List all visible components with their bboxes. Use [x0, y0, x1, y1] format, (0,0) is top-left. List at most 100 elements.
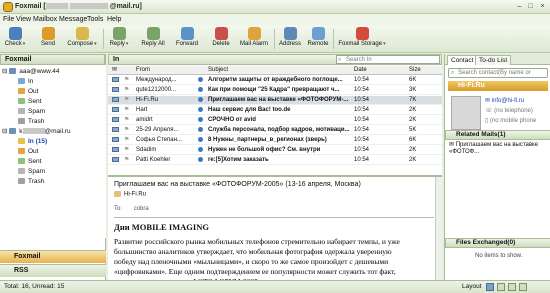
- flag-icon[interactable]: ⚑: [124, 106, 134, 114]
- delete-button[interactable]: Delete: [210, 26, 232, 52]
- flag-icon[interactable]: ⚑: [124, 146, 134, 154]
- forward-button[interactable]: Forward: [174, 26, 200, 52]
- table-row[interactable]: ⚑ 25-29 Апреля... Служба персонала, подбор…: [108, 126, 442, 135]
- envelope-icon: [112, 86, 119, 92]
- folder-out[interactable]: Out: [18, 148, 38, 156]
- collapse-icon[interactable]: ⊟: [2, 128, 7, 135]
- mail-alarm-button[interactable]: Mail Alarm: [236, 26, 272, 52]
- flag-icon[interactable]: ⚑: [124, 116, 134, 124]
- row-date: 10:54: [354, 107, 370, 113]
- search-icon: ⌕: [338, 57, 342, 63]
- folder-in[interactable]: In: [18, 78, 33, 86]
- layout-1-icon[interactable]: [486, 283, 494, 291]
- foxmail-storage-button[interactable]: Foxmail Storage▾: [337, 26, 387, 52]
- table-row[interactable]: ⚑ qute1212000... Как при помощи "25 Кадра"…: [108, 86, 442, 95]
- preview-to: To: cobra: [114, 206, 149, 212]
- tab-rss[interactable]: RSS: [0, 264, 106, 277]
- column-from[interactable]: From: [136, 66, 150, 74]
- table-row[interactable]: ⚑ Hi-Fi.Ru Приглашаем вас на выставке «ФОТ…: [108, 96, 442, 105]
- folder-out[interactable]: Out: [18, 88, 38, 96]
- menu-file[interactable]: File: [3, 16, 14, 23]
- row-subject: СРОЧНО от avid: [208, 117, 256, 123]
- table-row[interactable]: ⚑ Hart Наш сервис для Вас! too.de 10:54 2K: [108, 106, 442, 115]
- folder-spam[interactable]: Spam: [18, 108, 45, 116]
- files-exchanged-header[interactable]: Files Exchanged(0): [445, 238, 550, 248]
- menu-message[interactable]: Message: [59, 16, 87, 23]
- folder-trash[interactable]: Trash: [18, 178, 44, 186]
- maximize-icon[interactable]: □: [526, 3, 535, 11]
- sidebar-panel: Contact To-do List ⌕ Search contact(By na…: [444, 54, 550, 280]
- table-row[interactable]: ⚑ amidrt СРОЧНО от avid 10:54 2K: [108, 116, 442, 125]
- envelope-icon: [112, 136, 119, 142]
- menu-view[interactable]: View: [16, 16, 31, 23]
- minimize-icon[interactable]: –: [515, 3, 524, 11]
- flag-icon[interactable]: ⚑: [124, 136, 134, 144]
- compose-button[interactable]: Compose▾: [67, 26, 97, 52]
- remote-icon: [311, 27, 325, 40]
- toolbar-separator: [333, 29, 334, 49]
- layout-4-icon[interactable]: [519, 283, 527, 291]
- forward-icon: [180, 27, 194, 40]
- tab-todo-list[interactable]: To-do List: [475, 55, 512, 65]
- collapse-icon[interactable]: ⊟: [2, 68, 7, 75]
- flag-icon[interactable]: ⚑: [124, 126, 134, 134]
- address-button[interactable]: Address: [278, 26, 302, 52]
- folder-in-unread[interactable]: In (15): [18, 138, 47, 146]
- table-row[interactable]: ⚑ Sdadim Нужен не большой офис? См. внутри…: [108, 146, 442, 155]
- message-list-header: ✉ From Subject Date Size: [108, 66, 442, 75]
- menu-help[interactable]: Help: [107, 16, 121, 23]
- flag-icon[interactable]: ⚑: [124, 86, 134, 94]
- reply-icon: [112, 27, 126, 40]
- account-aaa[interactable]: ⊟ aaa@www.44: [2, 68, 59, 76]
- related-mail-item[interactable]: ✉ Приглашаем вас на выставке «ФОТОФ...: [449, 142, 549, 156]
- flag-icon[interactable]: ⚑: [124, 76, 134, 84]
- unread-dot-icon: [198, 146, 203, 152]
- contact-email[interactable]: ✉ info@hi-fi.ru: [485, 97, 524, 104]
- contact-search-input[interactable]: ⌕ Search contact(By name or: [448, 68, 548, 78]
- envelope-icon: [112, 146, 119, 152]
- column-date[interactable]: Date: [354, 66, 367, 74]
- account-mail-ru[interactable]: ⊟ k @mail.ru: [2, 128, 71, 136]
- row-date: 10:54: [354, 77, 370, 83]
- row-subject: Как при помощи "25 Кадра" превращают ч..…: [208, 87, 340, 93]
- phone-icon: ☏: [485, 108, 495, 114]
- reply-button[interactable]: Reply▾: [108, 26, 130, 52]
- folder-trash[interactable]: Trash: [18, 118, 44, 126]
- row-date: 10:54: [354, 97, 370, 103]
- related-mails-header[interactable]: Related Mails(1): [445, 130, 550, 140]
- remote-button[interactable]: Remote: [306, 26, 330, 52]
- flag-icon[interactable]: ⚑: [124, 156, 134, 164]
- table-row[interactable]: ⚑ Софья Степан... 8 Нужны_партнеры_в_регио…: [108, 136, 442, 145]
- reply-all-button[interactable]: Reply All: [138, 26, 168, 52]
- check-button[interactable]: Check▾: [4, 26, 26, 52]
- menu-tools[interactable]: Tools: [87, 16, 103, 23]
- layout-3-icon[interactable]: [508, 283, 516, 291]
- table-row[interactable]: ⚑ Patti Koehler re:[5]Хотим заказать 10:54 2…: [108, 156, 442, 165]
- mail-icon: ✉: [449, 142, 456, 148]
- send-button[interactable]: Send: [38, 26, 58, 52]
- tab-contact[interactable]: Contact: [447, 55, 478, 65]
- table-row[interactable]: ⚑ Международ... Алгоритм защиты от враждеб…: [108, 76, 442, 85]
- envelope-icon: [112, 116, 119, 122]
- email-icon: ✉: [485, 98, 492, 104]
- row-size: 2K: [409, 107, 417, 113]
- column-size[interactable]: Size: [409, 66, 421, 74]
- trash-icon: [18, 118, 25, 125]
- folder-sent[interactable]: Sent: [18, 98, 41, 106]
- row-subject: Нужен не большой офис? См. внутри: [208, 147, 321, 153]
- layout-2-icon[interactable]: [497, 283, 505, 291]
- column-type-icon[interactable]: ✉: [112, 66, 117, 74]
- close-icon[interactable]: ×: [538, 3, 547, 11]
- menu-mailbox[interactable]: Mailbox: [33, 16, 57, 23]
- tab-foxmail[interactable]: Foxmail: [0, 250, 106, 263]
- message-search-input[interactable]: ⌕ Search In: [336, 55, 440, 64]
- column-subject[interactable]: Subject: [208, 66, 228, 74]
- folder-sent[interactable]: Sent: [18, 158, 41, 166]
- flag-icon[interactable]: ⚑: [124, 96, 134, 104]
- window-title: Foxmail [@mail.ru]: [15, 3, 142, 10]
- row-from: Международ...: [136, 77, 177, 83]
- preview-scrollbar[interactable]: [435, 177, 442, 280]
- folder-spam[interactable]: Spam: [18, 168, 45, 176]
- row-date: 10:54: [354, 147, 370, 153]
- contact-mobile: ▯ (no mobile phone: [485, 118, 537, 124]
